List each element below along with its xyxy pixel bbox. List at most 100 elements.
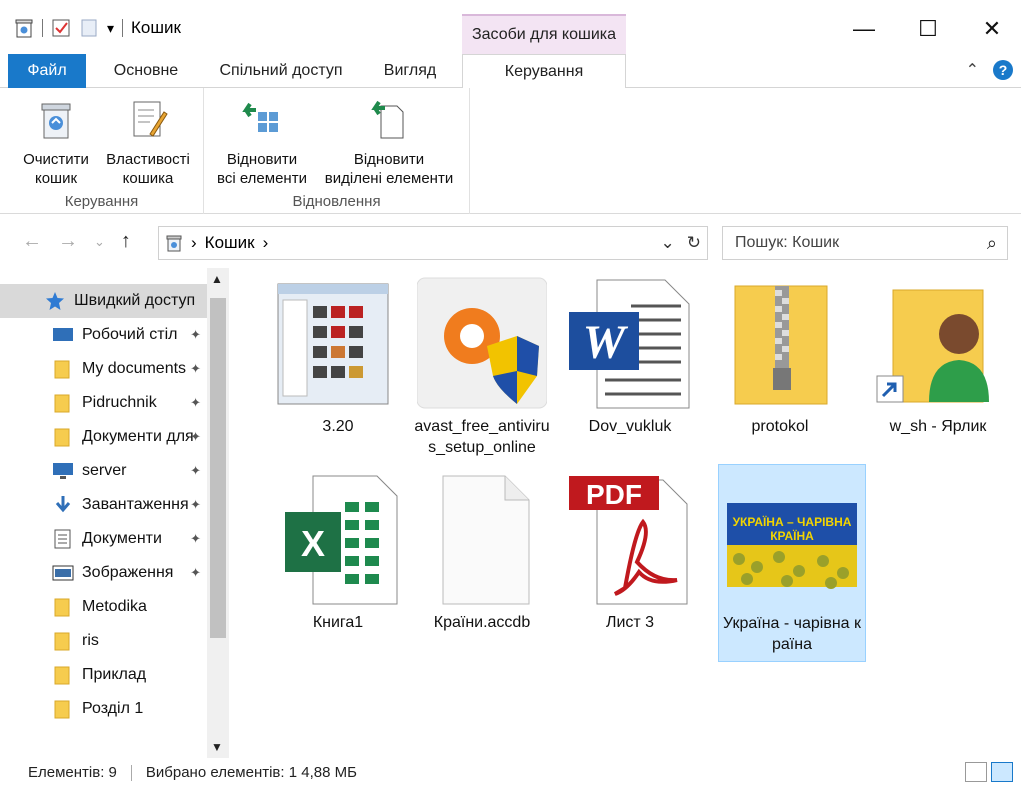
tab-view[interactable]: Вигляд [366, 54, 454, 88]
collapse-ribbon-icon[interactable]: ⌃ [966, 60, 979, 80]
nav-item-label: Робочий стіл [82, 326, 178, 343]
pin-icon[interactable]: ✦ [190, 429, 201, 445]
pin-icon[interactable]: ✦ [190, 361, 201, 377]
maximize-button[interactable]: ☐ [908, 16, 948, 42]
folder-icon [52, 427, 74, 447]
new-folder-icon[interactable] [79, 18, 99, 38]
ribbon-group-manage: Очистити кошик Властивості кошика Керува… [0, 88, 204, 214]
breadcrumb-chevron-icon[interactable]: › [191, 233, 197, 253]
button-label-line1: Відновити [226, 151, 298, 168]
tab-home[interactable]: Основне [98, 54, 194, 88]
nav-item-label: Metodika [82, 598, 147, 615]
customize-toolbar-dropdown-icon[interactable]: ▾ [107, 20, 114, 37]
recent-locations-icon[interactable]: ⌄ [94, 234, 105, 250]
nav-item[interactable]: Документи ✦ [0, 522, 207, 556]
forward-arrow-icon[interactable]: → [58, 230, 78, 253]
nav-item[interactable]: Розділ 1 [0, 692, 207, 726]
quick-access-toolbar: ▾ Кошик [14, 18, 181, 38]
nav-item[interactable]: server ✦ [0, 454, 207, 488]
nav-item-label: server [82, 462, 127, 479]
help-area: ⌃ ? [966, 60, 1013, 80]
documents-icon [52, 529, 74, 549]
up-arrow-icon[interactable]: ↑ [121, 230, 131, 253]
button-label-line2: кошика [122, 170, 174, 187]
search-icon[interactable]: ⌕ [987, 233, 997, 254]
breadcrumb-chevron-icon[interactable]: › [263, 233, 269, 253]
word-document-icon: W [565, 276, 695, 412]
button-label-line1: Властивості [106, 151, 190, 168]
nav-item[interactable]: ris [0, 624, 207, 658]
nav-item[interactable]: Швидкий доступ [0, 284, 207, 318]
nav-item[interactable]: Приклад [0, 658, 207, 692]
file-item[interactable]: PDF Лист 3 [556, 464, 704, 639]
file-item[interactable]: X Книга1 [264, 464, 412, 639]
folder-icon [52, 597, 74, 617]
ribbon-group-restore: Відновити всі елементи Відновити виділен… [204, 88, 470, 214]
back-arrow-icon[interactable]: ← [22, 230, 42, 253]
pin-icon[interactable]: ✦ [190, 395, 201, 411]
file-item[interactable]: УКРАЇНА – ЧАРІВНА КРАЇНА Україна - чарівн… [718, 464, 866, 662]
nav-item-label: ris [82, 632, 99, 649]
file-item[interactable]: avast_free_antivirus_setup_online [408, 268, 556, 464]
file-item[interactable]: 3.20 [264, 268, 412, 443]
button-label-line2: виділені елементи [324, 170, 454, 187]
nav-item[interactable]: Документи для ✦ [0, 420, 207, 454]
svg-text:X: X [301, 523, 325, 564]
pin-icon[interactable]: ✦ [190, 327, 201, 343]
details-view-icon[interactable] [965, 762, 987, 782]
restore-selected-button[interactable]: Відновити виділені елементи [316, 94, 462, 188]
scroll-thumb[interactable] [210, 298, 226, 638]
nav-item[interactable]: Pidruchnik ✦ [0, 386, 207, 420]
help-icon[interactable]: ? [993, 60, 1013, 80]
scroll-down-icon[interactable]: ▼ [211, 740, 223, 754]
address-bar[interactable]: › Кошик › ⌄ ↻ [158, 226, 708, 260]
user-shortcut-icon [873, 276, 1003, 412]
zip-folder-icon [715, 276, 845, 412]
pin-icon[interactable]: ✦ [190, 463, 201, 479]
file-item[interactable]: protokol [706, 268, 854, 443]
address-dropdown-icon[interactable]: ⌄ [661, 233, 675, 253]
address-row: ← → ⌄ ↑ › Кошик › ⌄ ↻ Пошук: Кошик ⌕ [0, 222, 1021, 264]
blank-file-icon [417, 472, 547, 608]
nav-item[interactable]: Робочий стіл ✦ [0, 318, 207, 352]
properties-icon[interactable] [51, 18, 71, 38]
nav-scrollbar[interactable]: ▲ ▼ [207, 268, 229, 758]
ribbon: Очистити кошик Властивості кошика Керува… [0, 88, 1021, 214]
breadcrumb-item[interactable]: Кошик [205, 233, 255, 253]
tab-manage[interactable]: Керування [462, 54, 626, 89]
title-bar: ▾ Кошик Засоби для кошика — ☐ ✕ [0, 0, 1021, 54]
large-icons-view-icon[interactable] [991, 762, 1013, 782]
scroll-up-icon[interactable]: ▲ [211, 272, 223, 286]
pin-icon[interactable]: ✦ [190, 531, 201, 547]
pin-icon[interactable]: ✦ [190, 497, 201, 513]
nav-item-label: Розділ 1 [82, 700, 144, 717]
restore-all-button[interactable]: Відновити всі елементи [210, 94, 314, 188]
tab-share[interactable]: Спільний доступ [206, 54, 356, 88]
recycle-bin-icon [166, 235, 182, 252]
pictures-icon [52, 563, 74, 583]
refresh-icon[interactable]: ↻ [687, 233, 701, 253]
file-item[interactable]: Країни.accdb [408, 464, 556, 639]
recycle-bin-icon[interactable] [14, 18, 34, 38]
folder-icon [52, 393, 74, 413]
file-item[interactable]: w_sh - Ярлик [864, 268, 1012, 443]
nav-item[interactable]: Зображення ✦ [0, 556, 207, 590]
nav-item[interactable]: Metodika [0, 590, 207, 624]
recycle-bin-properties-button[interactable]: Властивості кошика [100, 94, 196, 188]
avast-installer-icon [416, 276, 548, 412]
tab-file[interactable]: Файл [8, 54, 86, 88]
desktop-icon [52, 325, 74, 345]
file-name: protokol [751, 418, 809, 435]
search-input[interactable]: Пошук: Кошик ⌕ [722, 226, 1008, 260]
button-label-line1: Відновити [353, 151, 425, 168]
close-button[interactable]: ✕ [972, 16, 1012, 42]
nav-item[interactable]: My documents ✦ [0, 352, 207, 386]
empty-recycle-bin-button[interactable]: Очистити кошик [16, 94, 96, 188]
minimize-button[interactable]: — [844, 16, 884, 42]
file-name: Dov_vukluk [588, 418, 672, 435]
nav-item[interactable]: Завантаження ✦ [0, 488, 207, 522]
view-switcher [965, 762, 1013, 782]
pin-icon[interactable]: ✦ [190, 565, 201, 581]
file-item[interactable]: W Dov_vukluk [556, 268, 704, 443]
screenshot-image-icon [273, 276, 403, 412]
